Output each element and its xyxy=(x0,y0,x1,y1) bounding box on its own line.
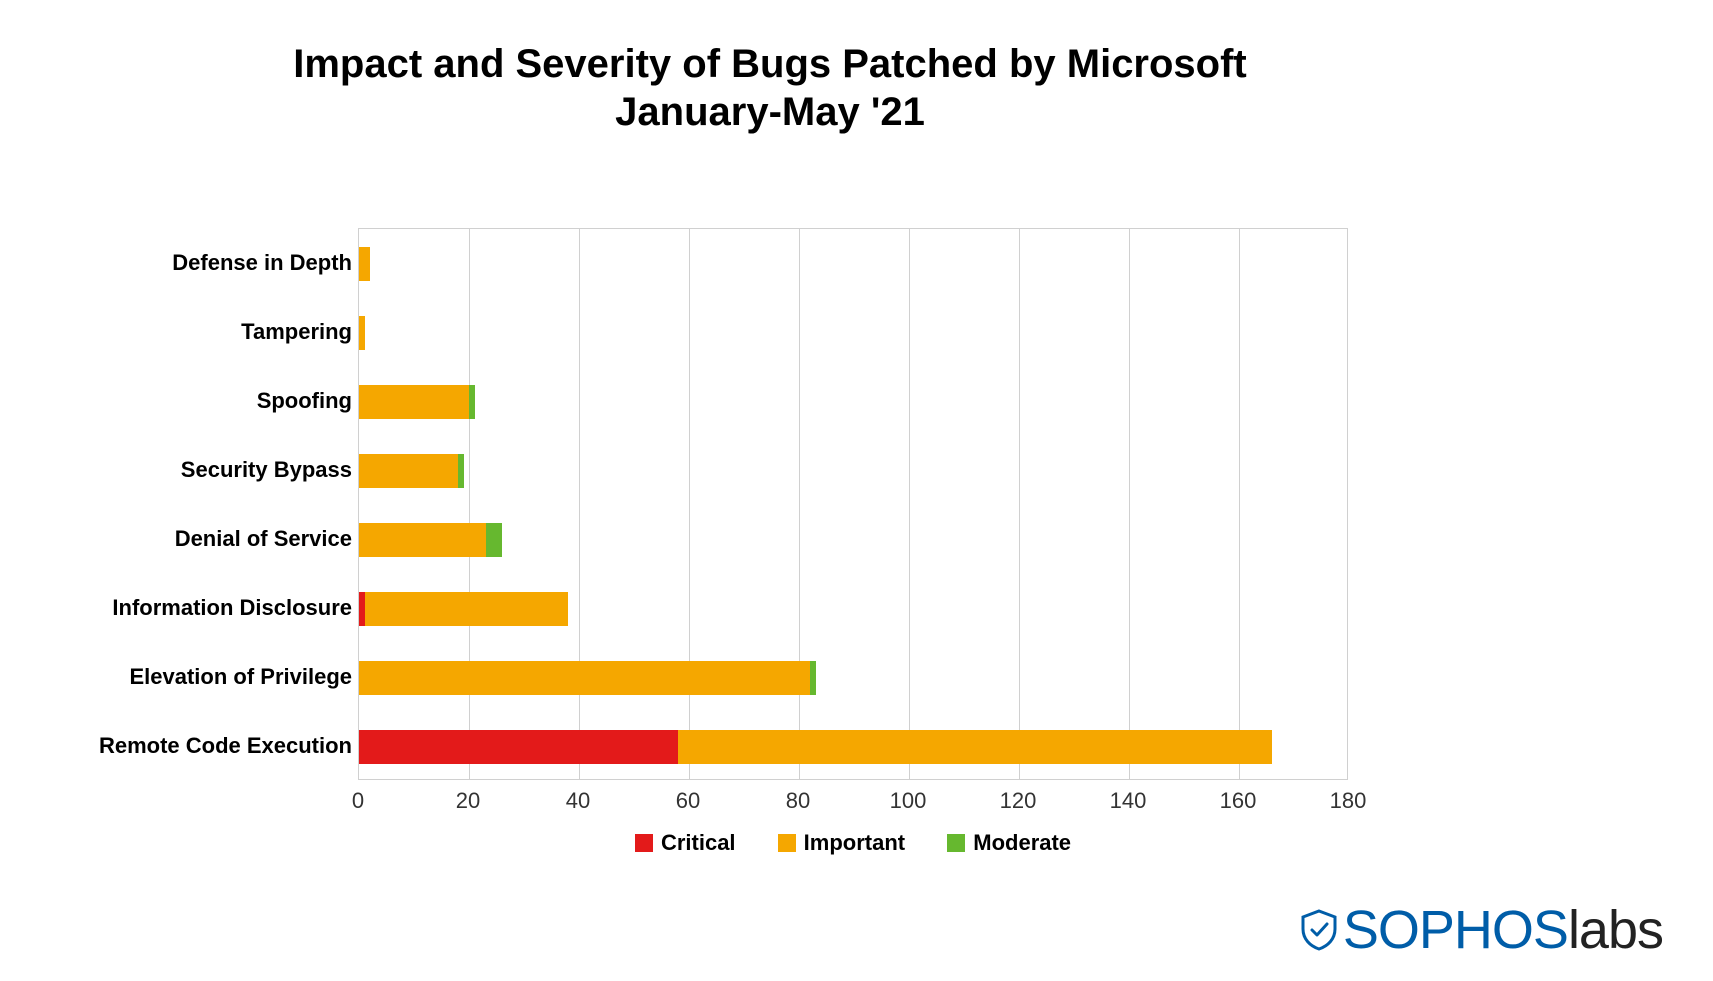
bar-segment-important xyxy=(359,454,458,488)
shield-icon xyxy=(1297,908,1341,952)
logo-suffix: labs xyxy=(1568,899,1663,961)
bar-row xyxy=(359,247,370,281)
bar-row xyxy=(359,661,816,695)
bar-segment-important xyxy=(365,592,569,626)
x-tick-label: 140 xyxy=(1110,788,1147,814)
y-tick-label: Remote Code Execution xyxy=(99,733,352,759)
legend-label-important: Important xyxy=(804,830,905,856)
bar-row xyxy=(359,316,365,350)
x-tick-label: 20 xyxy=(456,788,480,814)
title-line-2: January-May '21 xyxy=(40,88,1500,136)
x-tick-label: 180 xyxy=(1330,788,1367,814)
y-tick-label: Information Disclosure xyxy=(112,595,352,621)
bar-row xyxy=(359,730,1272,764)
y-tick-label: Defense in Depth xyxy=(172,250,352,276)
legend: Critical Important Moderate xyxy=(358,830,1348,858)
swatch-critical xyxy=(635,834,653,852)
bar-segment-important xyxy=(678,730,1272,764)
bar-segment-moderate xyxy=(469,385,475,419)
x-tick-label: 160 xyxy=(1220,788,1257,814)
x-tick-label: 80 xyxy=(786,788,810,814)
bar-segment-important xyxy=(359,316,365,350)
chart-title: Impact and Severity of Bugs Patched by M… xyxy=(40,20,1500,136)
y-tick-label: Denial of Service xyxy=(175,526,352,552)
y-tick-label: Tampering xyxy=(241,319,352,345)
bar-row xyxy=(359,454,464,488)
plot-area xyxy=(358,228,1348,780)
bar-row xyxy=(359,592,568,626)
legend-label-moderate: Moderate xyxy=(973,830,1071,856)
legend-item-important: Important xyxy=(778,830,905,856)
bars-layer xyxy=(359,229,1347,779)
x-tick-label: 60 xyxy=(676,788,700,814)
swatch-important xyxy=(778,834,796,852)
bar-row xyxy=(359,523,502,557)
legend-item-critical: Critical xyxy=(635,830,736,856)
bar-segment-important xyxy=(359,523,486,557)
logo-brand: SOPHOS xyxy=(1343,899,1568,961)
sophos-labs-logo: SOPHOSlabs xyxy=(1297,899,1663,961)
x-tick-label: 0 xyxy=(352,788,364,814)
chart-container: Impact and Severity of Bugs Patched by M… xyxy=(40,20,1500,860)
y-tick-label: Spoofing xyxy=(257,388,352,414)
bar-row xyxy=(359,385,475,419)
bar-segment-critical xyxy=(359,730,678,764)
bar-segment-important xyxy=(359,661,810,695)
x-tick-label: 40 xyxy=(566,788,590,814)
title-line-1: Impact and Severity of Bugs Patched by M… xyxy=(40,40,1500,88)
bar-segment-moderate xyxy=(810,661,816,695)
swatch-moderate xyxy=(947,834,965,852)
y-tick-label: Security Bypass xyxy=(181,457,352,483)
x-tick-label: 120 xyxy=(1000,788,1037,814)
x-axis-labels: 020406080100120140160180 xyxy=(358,788,1348,818)
legend-label-critical: Critical xyxy=(661,830,736,856)
bar-segment-moderate xyxy=(458,454,464,488)
bar-segment-moderate xyxy=(486,523,503,557)
bar-segment-important xyxy=(359,385,469,419)
bar-segment-important xyxy=(359,247,370,281)
y-axis-labels: Defense in Depth Tampering Spoofing Securit… xyxy=(40,228,352,780)
y-tick-label: Elevation of Privilege xyxy=(129,664,352,690)
legend-item-moderate: Moderate xyxy=(947,830,1071,856)
x-tick-label: 100 xyxy=(890,788,927,814)
